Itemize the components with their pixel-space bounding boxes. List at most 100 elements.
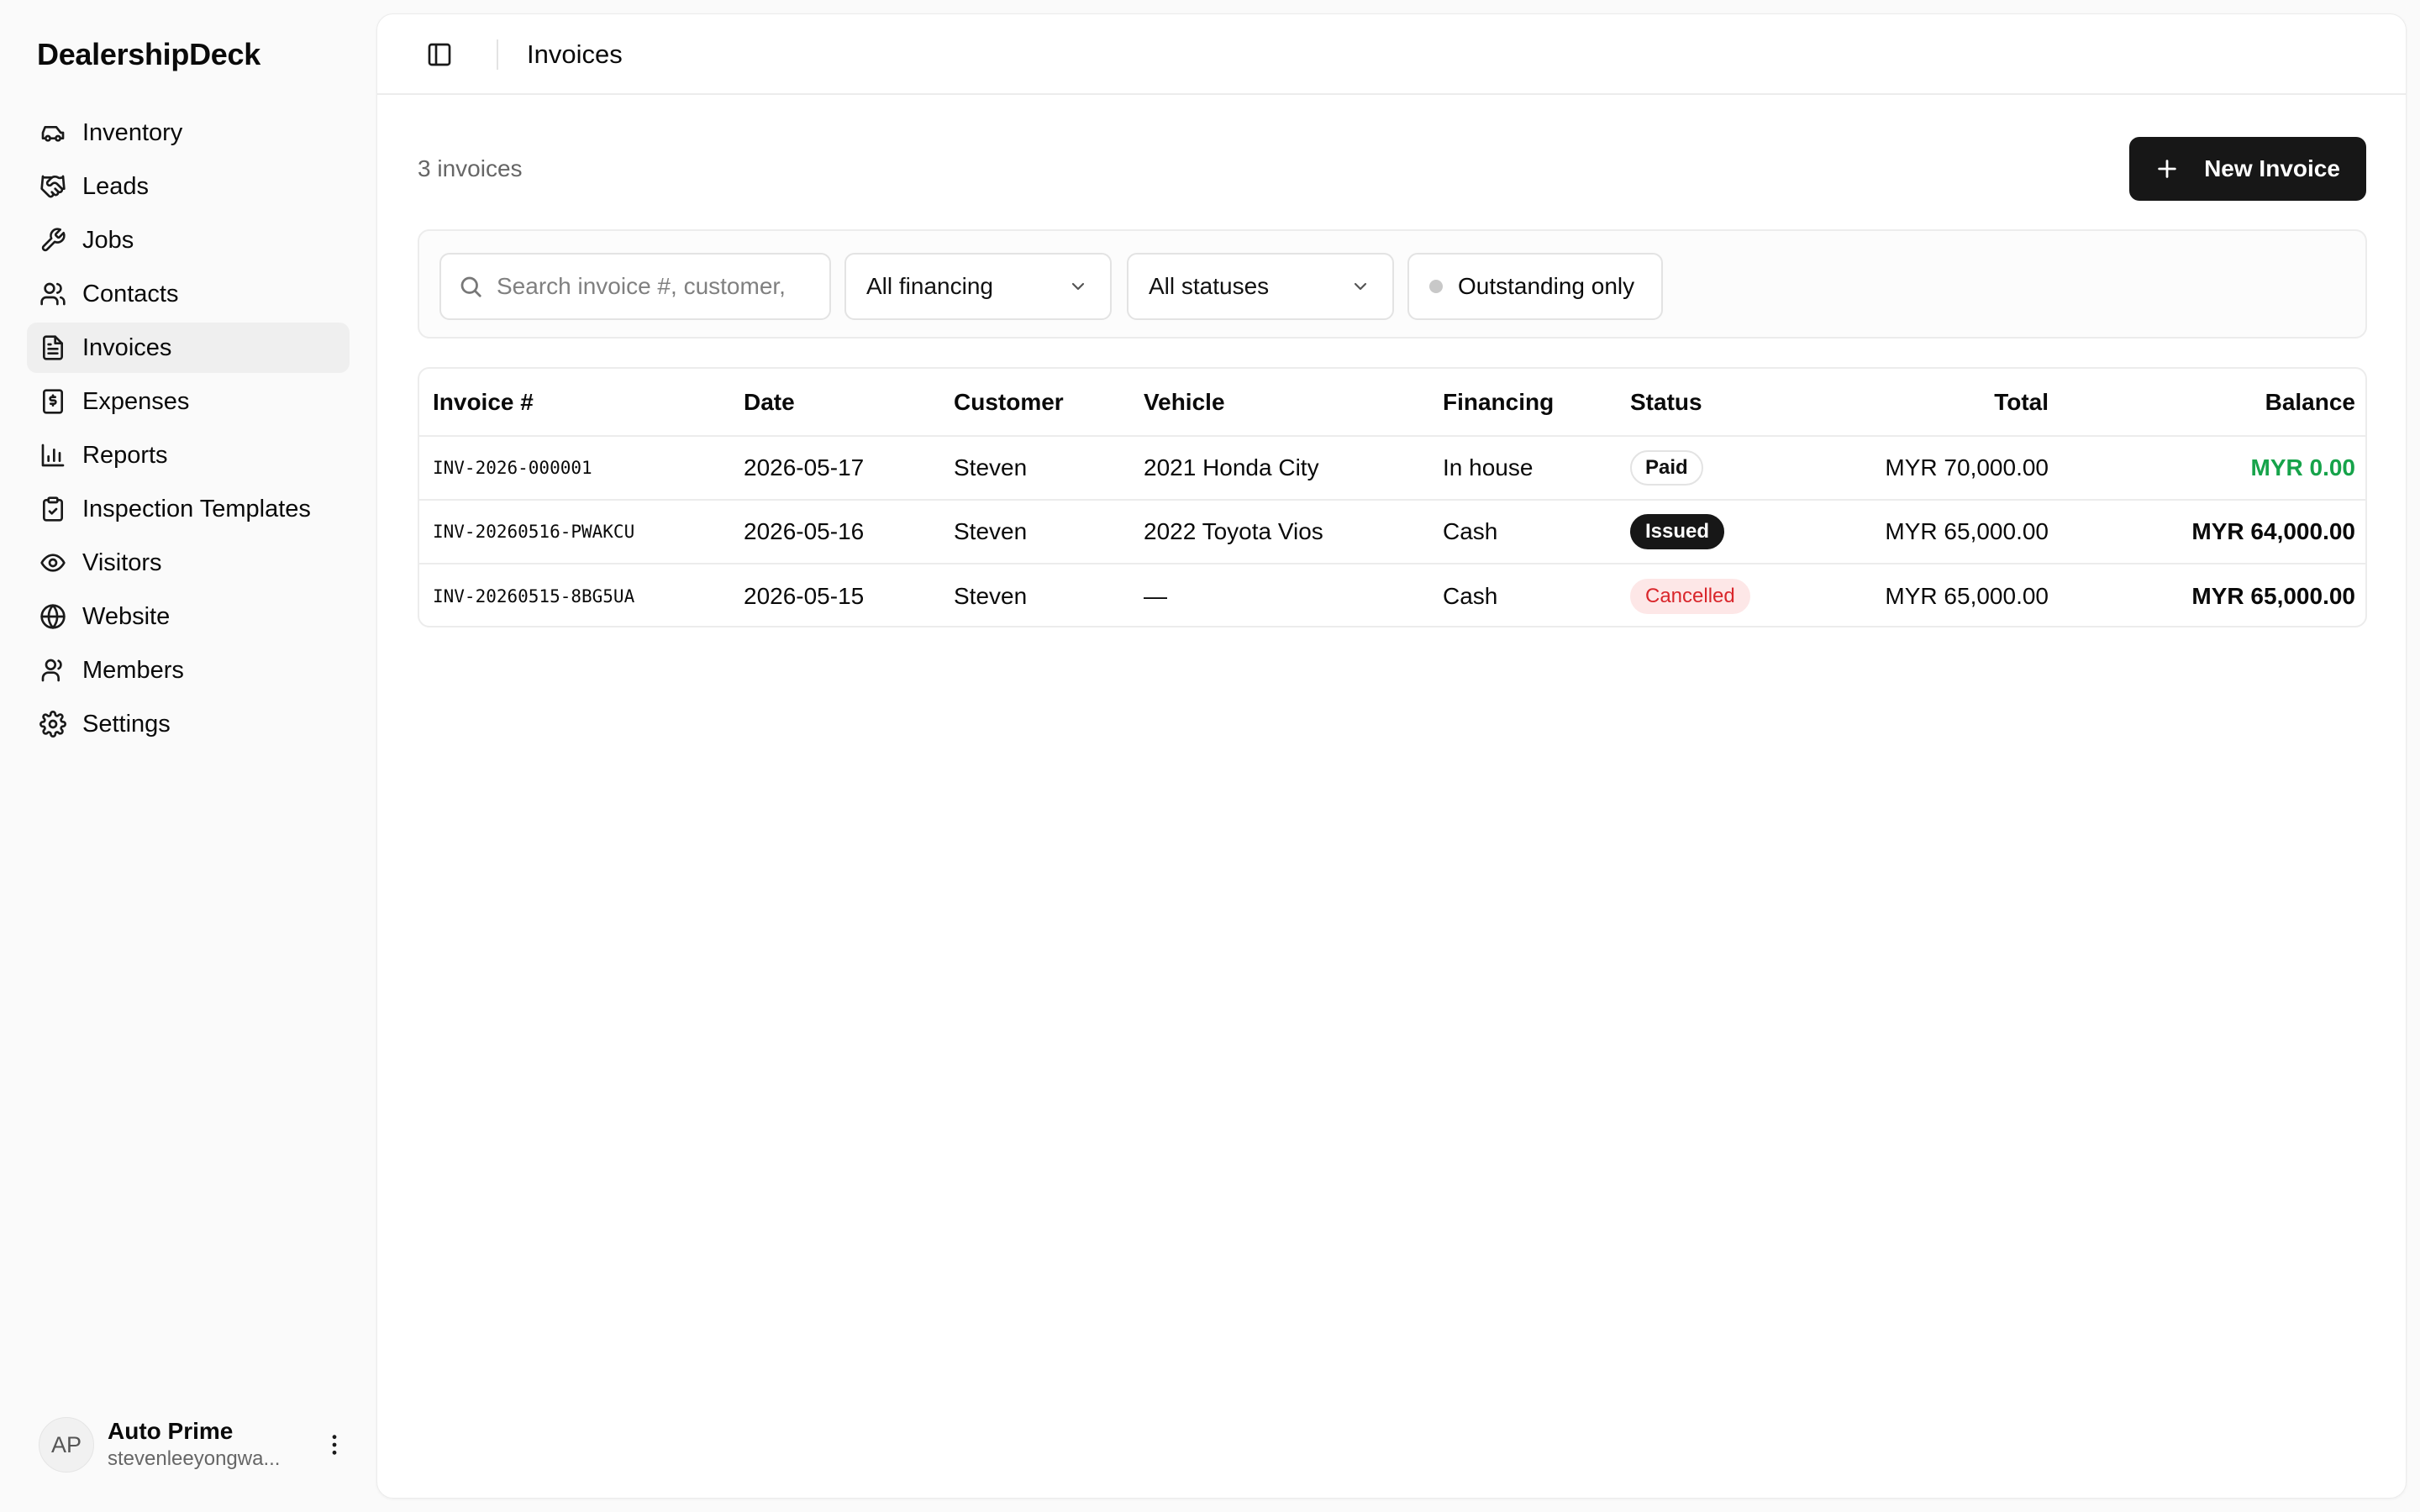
search-field[interactable] [439, 253, 831, 320]
status-badge: Paid [1630, 450, 1703, 486]
search-icon [460, 276, 481, 297]
sidebar-item-inspection-templates[interactable]: Inspection Templates [27, 484, 350, 534]
invoice-number[interactable]: INV-20260516-PWAKCU [419, 500, 730, 564]
invoice-status-cell: Cancelled [1617, 564, 1802, 626]
invoice-number[interactable]: INV-20260515-8BG5UA [419, 564, 730, 626]
car-icon [39, 118, 67, 147]
invoice-financing: In house [1429, 436, 1617, 501]
status-badge: Issued [1630, 514, 1725, 549]
invoice-customer: Steven [954, 582, 1028, 609]
invoice-customer: Steven [940, 436, 1130, 501]
user-name: Auto Prime [108, 1418, 234, 1444]
table-header-row: Invoice # Date Customer Vehicle Financin… [419, 369, 2365, 437]
sidebar-item-website[interactable]: Website [27, 591, 350, 642]
plus-icon [2158, 160, 2176, 178]
status-select[interactable]: All statuses [1127, 253, 1394, 320]
invoices-table: Invoice # Date Customer Vehicle Financin… [418, 367, 2367, 627]
divider [497, 39, 498, 70]
new-invoice-button[interactable]: New Invoice [2129, 137, 2366, 201]
sidebar-item-label: Members [82, 656, 184, 684]
sidebar-item-label: Invoices [82, 333, 172, 361]
gear-icon [39, 710, 67, 738]
invoice-status-cell: Issued [1617, 500, 1802, 564]
sidebar-item-inventory[interactable]: Inventory [27, 108, 350, 158]
column-header-balance[interactable]: Balance [2062, 369, 2365, 437]
invoice-date: 2026-05-16 [730, 500, 940, 564]
sidebar-item-visitors[interactable]: Visitors [27, 538, 350, 588]
user-group-icon [39, 656, 67, 685]
table-row[interactable]: INV-2026-000001 2026-05-17 Steven 2021 H… [419, 436, 2365, 501]
invoice-customer: Steven [940, 500, 1130, 564]
status-select-value: All statuses [1149, 273, 1270, 299]
wrench-icon [39, 226, 67, 255]
column-header-invoice[interactable]: Invoice # [419, 369, 730, 437]
invoice-financing: Cash [1429, 500, 1617, 564]
more-vertical-icon[interactable] [319, 1430, 350, 1460]
outstanding-only-toggle[interactable]: Outstanding only [1407, 253, 1663, 320]
column-header-financing[interactable]: Financing [1429, 369, 1617, 437]
sidebar-item-expenses[interactable]: Expenses [27, 376, 350, 427]
search-input[interactable] [497, 273, 816, 300]
column-header-status[interactable]: Status [1617, 369, 1802, 437]
globe-icon [39, 602, 67, 631]
users-icon [39, 280, 67, 308]
sidebar-item-settings[interactable]: Settings [27, 699, 350, 749]
sidebar-item-jobs[interactable]: Jobs [27, 215, 350, 265]
invoice-financing: Cash [1443, 582, 1498, 609]
filter-bar: All financing All statuses Outstanding o… [418, 229, 2367, 339]
file-text-icon [39, 333, 67, 362]
user-info: Auto Prime stevenleeyongwa... [108, 1417, 309, 1473]
column-header-date[interactable]: Date [730, 369, 940, 437]
chevron-down-icon [1071, 282, 1085, 291]
sidebar-item-leads[interactable]: Leads [27, 161, 350, 212]
sidebar-item-label: Visitors [82, 549, 162, 576]
table-row[interactable]: INV-20260515-8BG5UA 2026-05-15 Steven — … [419, 564, 2365, 626]
sidebar-item-label: Website [82, 602, 171, 630]
sidebar-item-label: Contacts [82, 280, 179, 307]
sidebar-toggle-icon[interactable] [424, 39, 455, 70]
column-header-total[interactable]: Total [1802, 369, 2062, 437]
toggle-indicator [1429, 280, 1443, 293]
financing-select[interactable]: All financing [844, 253, 1112, 320]
page-title: Invoices [527, 39, 623, 69]
sidebar-nav: Inventory Leads Jobs Contacts Invoices E… [27, 108, 350, 753]
user-email: stevenleeyongwa... [108, 1447, 281, 1470]
invoice-total: MYR 65,000.00 [1885, 582, 2049, 609]
financing-select-value: All financing [866, 273, 993, 299]
column-header-vehicle[interactable]: Vehicle [1130, 369, 1429, 437]
handshake-icon [39, 172, 67, 201]
main-content: Invoices 3 invoices New Invoice All fina… [376, 13, 2407, 1499]
sidebar-item-invoices[interactable]: Invoices [27, 323, 350, 373]
status-badge: Cancelled [1630, 578, 1750, 614]
sidebar-item-members[interactable]: Members [27, 645, 350, 696]
chevron-down-icon [1354, 282, 1367, 291]
invoice-vehicle: — [1144, 582, 1167, 609]
sidebar-item-label: Expenses [82, 387, 190, 415]
invoice-balance: MYR 64,000.00 [2062, 500, 2365, 564]
sidebar-item-reports[interactable]: Reports [27, 430, 350, 480]
user-menu[interactable]: AP Auto Prime stevenleeyongwa... [39, 1416, 350, 1473]
top-bar: Invoices [377, 14, 2406, 95]
sidebar-item-label: Reports [82, 441, 168, 469]
sidebar-item-label: Inventory [82, 118, 183, 146]
bar-chart-icon [39, 441, 67, 470]
invoice-balance: MYR 65,000.00 [2191, 582, 2355, 609]
table-row[interactable]: INV-20260516-PWAKCU 2026-05-16 Steven 20… [419, 500, 2365, 564]
clipboard-check-icon [39, 495, 67, 523]
invoice-total: MYR 70,000.00 [1802, 436, 2062, 501]
invoice-vehicle: 2021 Honda City [1130, 436, 1429, 501]
sidebar-item-label: Jobs [82, 226, 134, 254]
invoice-count: 3 invoices [418, 155, 523, 181]
avatar: AP [39, 1417, 94, 1473]
invoice-number[interactable]: INV-2026-000001 [419, 436, 730, 501]
sidebar-item-label: Leads [82, 172, 150, 200]
brand-logo[interactable]: DealershipDeck [37, 37, 260, 72]
receipt-icon [39, 387, 67, 416]
invoice-balance: MYR 0.00 [2062, 436, 2365, 501]
sidebar-item-contacts[interactable]: Contacts [27, 269, 350, 319]
new-invoice-label: New Invoice [2204, 155, 2340, 181]
outstanding-only-label: Outstanding only [1458, 273, 1635, 299]
invoice-date: 2026-05-15 [744, 582, 865, 609]
invoice-vehicle: 2022 Toyota Vios [1130, 500, 1429, 564]
column-header-customer[interactable]: Customer [940, 369, 1130, 437]
